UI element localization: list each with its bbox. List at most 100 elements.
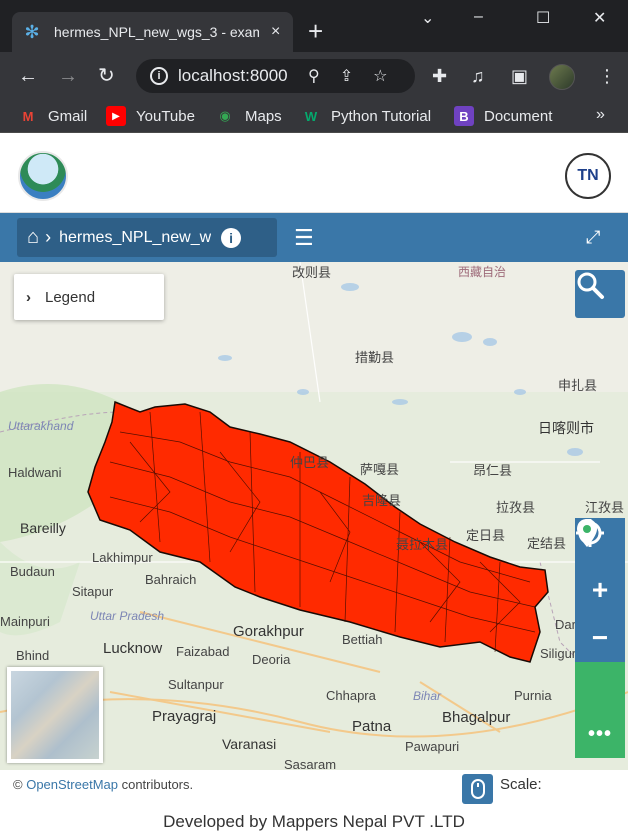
- map-label: Bareilly: [20, 520, 66, 536]
- site-info-icon[interactable]: i: [150, 67, 168, 85]
- bookmarks-bar: M Gmail ▶ YouTube ◉ Maps W Python Tutori…: [0, 100, 628, 133]
- map-label: Bhind: [16, 648, 50, 663]
- tab-title: hermes_NPL_new_wgs_3 - example: [54, 24, 259, 40]
- map-label: 申扎县: [558, 378, 598, 393]
- maps-icon: ◉: [219, 108, 231, 123]
- tab-close-icon[interactable]: ×: [271, 23, 280, 41]
- partner-logo: TN: [565, 153, 611, 199]
- bookmark-youtube[interactable]: ▶ YouTube: [106, 106, 195, 126]
- map-label: Bahraich: [145, 572, 197, 587]
- bookmark-label: Document: [484, 107, 553, 125]
- breadcrumb: ⌂ › hermes_NPL_new_wgs_3 i: [17, 218, 277, 257]
- youtube-icon: ▶: [106, 106, 126, 126]
- tab-favicon-icon: ✻: [24, 22, 40, 42]
- search-icon: [577, 272, 604, 299]
- map-label: Bhagalpur: [442, 709, 511, 726]
- map-attribution: © OpenStreetMap contributors.: [13, 777, 193, 792]
- share-icon[interactable]: ⇪: [340, 66, 353, 86]
- app-header: TN: [0, 140, 628, 213]
- bookmark-label: Python Tutorial: [331, 107, 432, 125]
- more-options-button[interactable]: •••: [575, 710, 625, 758]
- openstreetmap-link[interactable]: OpenStreetMap: [26, 777, 118, 792]
- back-icon[interactable]: ←: [18, 64, 38, 88]
- map-label: Siliguri: [540, 646, 580, 661]
- map-label: 仲巴县: [290, 455, 330, 470]
- profile-avatar[interactable]: [549, 64, 575, 90]
- zoom-in-button[interactable]: +: [575, 566, 625, 614]
- map-label: Haldwani: [8, 465, 62, 480]
- map-label: Uttarakhand: [8, 419, 74, 433]
- map-label: 江孜县: [585, 500, 625, 515]
- bookmarks-overflow-icon[interactable]: »: [596, 106, 605, 124]
- map-label: 西藏自治: [458, 265, 507, 279]
- mouse-position-button[interactable]: [462, 774, 493, 804]
- map-viewport[interactable]: 改则县 西藏自治 措勤县 申扎县 日喀则市 Uttarakhand 仲巴县 萨嘎…: [0, 262, 628, 770]
- menu-icon[interactable]: ☰: [294, 227, 314, 249]
- developer-credit: Developed by Mappers Nepal PVT .LTD: [163, 812, 465, 831]
- map-label: Sultanpur: [168, 677, 224, 692]
- browser-tab[interactable]: ✻ hermes_NPL_new_wgs_3 - example ×: [12, 12, 293, 52]
- map-label: Chhapra: [326, 688, 376, 703]
- marker-button[interactable]: [575, 519, 625, 710]
- minimize-icon[interactable]: –: [474, 8, 483, 26]
- maximize-icon[interactable]: ☐: [536, 8, 550, 28]
- organization-logo: [18, 151, 68, 201]
- map-label: Mainpuri: [0, 614, 50, 629]
- map-label: Lakhimpur: [92, 550, 153, 565]
- bookmark-python-tutorial[interactable]: W Python Tutorial: [301, 106, 431, 126]
- map-label: 定结县: [527, 536, 567, 551]
- gmail-icon: M: [22, 108, 34, 124]
- map-controls: + − •••: [575, 518, 625, 758]
- map-label: 昂仁县: [473, 463, 513, 478]
- overview-map[interactable]: [7, 667, 103, 763]
- map-label: 改则县: [292, 265, 332, 280]
- map-label: Sitapur: [72, 584, 114, 599]
- media-control-icon[interactable]: ♫: [471, 66, 485, 86]
- layer-title: hermes_NPL_new_wgs_3: [59, 228, 212, 246]
- bookmark-label: YouTube: [136, 107, 195, 125]
- fullscreen-icon[interactable]: ⤢: [586, 227, 600, 248]
- map-label: 日喀则市: [538, 420, 594, 436]
- legend-toggle[interactable]: › Legend: [14, 274, 164, 320]
- bookmark-gmail[interactable]: M Gmail: [18, 106, 88, 126]
- map-label: Budaun: [10, 564, 55, 579]
- attribution-prefix: ©: [13, 777, 27, 792]
- home-icon[interactable]: ⌂: [27, 226, 39, 249]
- browser-menu-icon[interactable]: ⋮: [598, 66, 616, 86]
- search-button[interactable]: [575, 270, 625, 318]
- new-tab-button[interactable]: +: [308, 17, 323, 45]
- map-label: Pawapuri: [405, 739, 460, 754]
- partner-logo-text: TN: [577, 167, 599, 184]
- bookmark-label: Maps: [245, 107, 282, 125]
- chevron-right-icon: ›: [26, 288, 31, 306]
- marker-icon: [577, 519, 597, 547]
- reload-icon[interactable]: ↻: [98, 64, 115, 88]
- map-label: 定日县: [466, 528, 506, 543]
- info-icon[interactable]: i: [221, 227, 242, 248]
- side-panel-icon[interactable]: ▣: [511, 66, 528, 86]
- map-label: 聂拉木县: [396, 537, 449, 552]
- scale-label: Scale:: [500, 776, 542, 793]
- location-icon[interactable]: ⚲: [308, 66, 320, 86]
- forward-icon[interactable]: →: [58, 64, 78, 88]
- bookmark-star-icon[interactable]: ☆: [373, 66, 387, 86]
- zoom-out-button[interactable]: −: [575, 614, 625, 662]
- address-url[interactable]: localhost:8000: [178, 66, 288, 86]
- tab-search-icon[interactable]: ⌄: [421, 8, 434, 28]
- bookmark-label: Gmail: [48, 107, 88, 125]
- bookmark-document[interactable]: B Document: [454, 106, 552, 126]
- map-label: 措勤县: [355, 350, 395, 365]
- legend-label: Legend: [45, 288, 96, 306]
- extensions-icon[interactable]: ✚: [432, 66, 447, 86]
- browser-toolbar: ← → ↻ i localhost:8000 ⚲ ⇪ ☆ ✚ ♫ ▣ ⋮: [0, 52, 628, 100]
- map-label: Lucknow: [103, 640, 163, 657]
- address-bar[interactable]: i localhost:8000 ⚲ ⇪ ☆: [136, 59, 415, 93]
- map-label: Dar: [555, 617, 576, 632]
- map-label: Gorakhpur: [233, 623, 304, 640]
- chevron-right-icon: ›: [45, 227, 52, 247]
- close-window-icon[interactable]: ✕: [593, 8, 606, 28]
- bookmark-maps[interactable]: ◉ Maps: [215, 106, 282, 126]
- bootstrap-icon: B: [454, 106, 474, 126]
- w3schools-icon: W: [304, 108, 318, 124]
- browser-titlebar: ✻ hermes_NPL_new_wgs_3 - example × + ⌄ –…: [0, 0, 628, 52]
